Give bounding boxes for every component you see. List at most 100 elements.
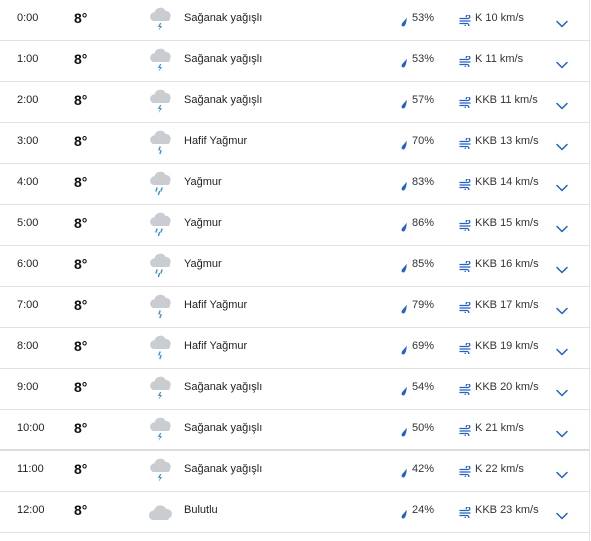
humidity-value: 86% — [412, 217, 435, 229]
wind-value: K 11 km/s — [475, 53, 524, 65]
chevron-down-icon[interactable] — [556, 15, 568, 28]
forecast-row[interactable]: 3:00 8° Hafif Yağmur 70% KKB 13 km/s — [0, 123, 589, 164]
humidity-drop-icon — [400, 178, 408, 191]
rain-icon — [147, 211, 175, 237]
time-label: 0:00 — [17, 12, 39, 24]
condition-label: Sağanak yağışlı — [184, 463, 263, 475]
chevron-down-icon[interactable] — [556, 384, 568, 397]
humidity-drop-icon — [400, 506, 408, 519]
temperature: 8° — [74, 133, 88, 149]
heavy-rain-shower-icon — [147, 47, 175, 73]
humidity-drop-icon — [400, 260, 408, 273]
temperature: 8° — [74, 10, 88, 26]
wind-value: KKB 15 km/s — [475, 217, 539, 229]
forecast-row[interactable]: 2:00 8° Sağanak yağışlı 57% KKB 11 km/s — [0, 82, 589, 123]
condition-label: Sağanak yağışlı — [184, 422, 263, 434]
wind-value: KKB 14 km/s — [475, 176, 539, 188]
chevron-down-icon[interactable] — [556, 138, 568, 151]
wind-icon — [459, 341, 472, 356]
humidity-value: 53% — [412, 53, 435, 65]
humidity-value: 24% — [412, 504, 435, 516]
forecast-row[interactable]: 11:00 8° Sağanak yağışlı 42% K 22 km/s — [0, 451, 589, 492]
humidity-drop-icon — [400, 301, 408, 314]
humidity-drop-icon — [400, 383, 408, 396]
humidity-drop-icon — [400, 55, 408, 68]
time-label: 5:00 — [17, 217, 39, 229]
chevron-down-icon[interactable] — [556, 302, 568, 315]
wind-value: K 22 km/s — [475, 463, 524, 475]
time-label: 9:00 — [17, 381, 39, 393]
humidity-drop-icon — [400, 219, 408, 232]
wind-icon — [459, 13, 472, 28]
time-label: 11:00 — [17, 463, 44, 475]
light-rain-icon — [147, 334, 175, 360]
wind-value: KKB 23 km/s — [475, 504, 539, 516]
temperature: 8° — [74, 338, 88, 354]
humidity-value: 50% — [412, 422, 435, 434]
time-label: 6:00 — [17, 258, 39, 270]
wind-value: KKB 20 km/s — [475, 381, 539, 393]
wind-icon — [459, 177, 472, 192]
humidity-drop-icon — [400, 342, 408, 355]
chevron-down-icon[interactable] — [556, 507, 568, 520]
humidity-drop-icon — [400, 14, 408, 27]
condition-label: Hafif Yağmur — [184, 135, 248, 147]
condition-label: Hafif Yağmur — [184, 299, 248, 311]
condition-label: Sağanak yağışlı — [184, 381, 263, 393]
forecast-row[interactable]: 10:00 8° Sağanak yağışlı 50% K 21 km/s — [0, 410, 589, 451]
wind-icon — [459, 300, 472, 315]
chevron-down-icon[interactable] — [556, 343, 568, 356]
forecast-row[interactable]: 0:00 8° Sağanak yağışlı 53% K 10 km/s — [0, 0, 589, 41]
humidity-drop-icon — [400, 424, 408, 437]
forecast-row[interactable]: 1:00 8° Sağanak yağışlı 53% K 11 km/s — [0, 41, 589, 82]
time-label: 7:00 — [17, 299, 39, 311]
time-label: 1:00 — [17, 53, 39, 65]
condition-label: Sağanak yağışlı — [184, 94, 263, 106]
humidity-value: 85% — [412, 258, 435, 270]
humidity-value: 53% — [412, 12, 435, 24]
chevron-down-icon[interactable] — [556, 56, 568, 69]
wind-value: KKB 19 km/s — [475, 340, 539, 352]
wind-value: KKB 17 km/s — [475, 299, 539, 311]
wind-icon — [459, 464, 472, 479]
humidity-value: 79% — [412, 299, 435, 311]
chevron-down-icon[interactable] — [556, 97, 568, 110]
rain-icon — [147, 252, 175, 278]
forecast-row[interactable]: 8:00 8° Hafif Yağmur 69% KKB 19 km/s — [0, 328, 589, 369]
time-label: 10:00 — [17, 422, 45, 434]
temperature: 8° — [74, 420, 88, 436]
forecast-row[interactable]: 12:00 8° Bulutlu 24% KKB 23 km/s — [0, 492, 589, 533]
forecast-row[interactable]: 9:00 8° Sağanak yağışlı 54% KKB 20 km/s — [0, 369, 589, 410]
hourly-forecast-list: 0:00 8° Sağanak yağışlı 53% K 10 km/s 1:00 8°… — [0, 0, 590, 541]
condition-label: Sağanak yağışlı — [184, 53, 263, 65]
humidity-drop-icon — [400, 96, 408, 109]
condition-label: Bulutlu — [184, 504, 218, 516]
time-label: 8:00 — [17, 340, 39, 352]
temperature: 8° — [74, 51, 88, 67]
forecast-row[interactable]: 6:00 8° Yağmur 85% KKB 16 km/s — [0, 246, 589, 287]
time-label: 12:00 — [17, 504, 45, 516]
chevron-down-icon[interactable] — [556, 466, 568, 479]
chevron-down-icon[interactable] — [556, 425, 568, 438]
humidity-value: 57% — [412, 94, 435, 106]
forecast-row[interactable]: 7:00 8° Hafif Yağmur 79% KKB 17 km/s — [0, 287, 589, 328]
chevron-down-icon[interactable] — [556, 261, 568, 274]
wind-value: K 10 km/s — [475, 12, 524, 24]
time-label: 3:00 — [17, 135, 39, 147]
wind-icon — [459, 136, 472, 151]
humidity-value: 54% — [412, 381, 435, 393]
condition-label: Hafif Yağmur — [184, 340, 248, 352]
wind-icon — [459, 218, 472, 233]
heavy-rain-shower-icon — [147, 88, 175, 114]
temperature: 8° — [74, 379, 88, 395]
humidity-drop-icon — [400, 137, 408, 150]
temperature: 8° — [74, 92, 88, 108]
heavy-rain-shower-icon — [147, 375, 175, 401]
forecast-row[interactable]: 4:00 8° Yağmur 83% KKB 14 km/s — [0, 164, 589, 205]
heavy-rain-shower-icon — [147, 457, 175, 483]
wind-value: KKB 13 km/s — [475, 135, 539, 147]
forecast-row[interactable]: 5:00 8° Yağmur 86% KKB 15 km/s — [0, 205, 589, 246]
wind-icon — [459, 505, 472, 520]
chevron-down-icon[interactable] — [556, 220, 568, 233]
chevron-down-icon[interactable] — [556, 179, 568, 192]
